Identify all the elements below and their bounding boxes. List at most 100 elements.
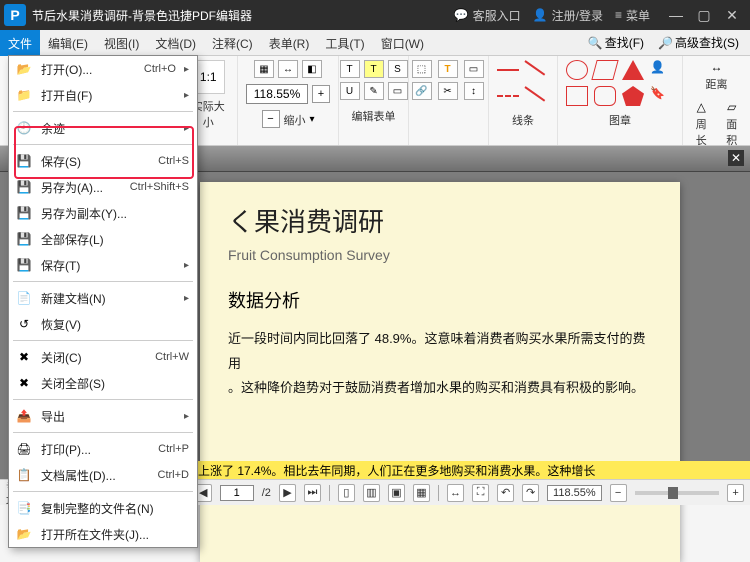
doc-heading-1: く果消费调研 bbox=[228, 202, 652, 239]
layout-facing-icon[interactable]: ▣ bbox=[388, 484, 405, 502]
zoom-dropdown-icon[interactable]: ▾ bbox=[310, 114, 315, 125]
perimeter-icon[interactable]: △ bbox=[691, 100, 711, 114]
menu-open-from[interactable]: 📁打开自(F)▸ bbox=[9, 82, 197, 108]
file-menu-dropdown: 📂打开(O)...Ctrl+O▸ 📁打开自(F)▸ 🕘余迹▸ 💾保存(S)Ctr… bbox=[8, 55, 198, 548]
rhombus-shape[interactable] bbox=[591, 60, 618, 80]
highlight-tool-icon[interactable]: T bbox=[364, 60, 384, 78]
copy-icon: 📑 bbox=[15, 499, 33, 517]
fit-page-button[interactable]: ⛶ bbox=[472, 484, 489, 502]
link-tool-icon[interactable]: 🔗 bbox=[412, 82, 432, 100]
pointer-tool-icon[interactable]: ↕ bbox=[464, 82, 484, 100]
close-icon: ✖ bbox=[15, 348, 33, 366]
rect-tool-icon[interactable]: ▭ bbox=[464, 60, 484, 78]
highlighted-text: 水果消费在同比上涨了 17.4%。相比去年同期，人们正在更多地购买和消费水果。这… bbox=[110, 461, 750, 479]
note-tool-icon[interactable]: ✎ bbox=[364, 82, 384, 100]
menu-form[interactable]: 表单(R) bbox=[261, 30, 318, 56]
text-tool-icon[interactable]: T bbox=[340, 60, 360, 78]
ribbon-shapes: 👤 🔖 图章 bbox=[558, 56, 683, 145]
menu-recent[interactable]: 🕘余迹▸ bbox=[9, 115, 197, 141]
page-number-input[interactable] bbox=[220, 485, 254, 501]
stamp-icon[interactable]: 👤 bbox=[650, 60, 674, 82]
menu-restore[interactable]: ↺恢复(V) bbox=[9, 311, 197, 337]
export-icon: 📤 bbox=[15, 407, 33, 425]
close-tab-button[interactable]: ✕ bbox=[728, 150, 744, 166]
arrow-shape[interactable] bbox=[525, 60, 547, 80]
pentagon-shape[interactable] bbox=[622, 86, 644, 106]
doc-heading-2: 数据分析 bbox=[228, 287, 652, 313]
cloud-shape[interactable] bbox=[594, 86, 616, 106]
layout-cont-icon[interactable]: ▥ bbox=[363, 484, 380, 502]
close-window-button[interactable]: ✕ bbox=[718, 0, 746, 30]
doc-paragraph-2: 。这种降价趋势对于鼓励消费者增加水果的购买和消费具有积极的影响。 bbox=[228, 376, 652, 401]
zoom-in-status[interactable]: + bbox=[727, 484, 744, 502]
save-all-icon: 💾 bbox=[15, 230, 33, 248]
menu-annotate[interactable]: 注释(C) bbox=[204, 30, 261, 56]
main-menu[interactable]: ≡ 菜单 bbox=[615, 7, 650, 24]
save-copy-icon: 💾 bbox=[15, 204, 33, 222]
text-yellow-icon[interactable]: T bbox=[438, 60, 458, 78]
polyline-shape[interactable] bbox=[525, 86, 547, 106]
circle-shape[interactable] bbox=[566, 60, 588, 80]
login-link[interactable]: 👤 注册/登录 bbox=[533, 7, 603, 24]
rotate-left-button[interactable]: ↶ bbox=[497, 484, 514, 502]
zoom-out-status[interactable]: − bbox=[610, 484, 627, 502]
properties-icon: 📋 bbox=[15, 466, 33, 484]
menu-close[interactable]: ✖关闭(C)Ctrl+W bbox=[9, 344, 197, 370]
zoom-in-button[interactable]: + bbox=[312, 85, 330, 103]
menu-view[interactable]: 视图(I) bbox=[96, 30, 147, 56]
menu-print[interactable]: 🖨打印(P)...Ctrl+P bbox=[9, 436, 197, 462]
layout-single-icon[interactable]: ▯ bbox=[338, 484, 355, 502]
underline-tool-icon[interactable]: U bbox=[340, 82, 360, 100]
folder-icon: 📁 bbox=[15, 86, 33, 104]
fit-visible-icon[interactable]: ◧ bbox=[302, 60, 322, 78]
zoom-value[interactable]: 118.55% bbox=[246, 84, 308, 104]
dashed-line-shape[interactable] bbox=[497, 95, 519, 97]
menu-window[interactable]: 窗口(W) bbox=[373, 30, 432, 56]
menu-open-location[interactable]: 📂打开所在文件夹(J)... bbox=[9, 521, 197, 547]
menu-new-doc[interactable]: 📄新建文档(N)▸ bbox=[9, 285, 197, 311]
nav-last-button[interactable]: ⏭ bbox=[304, 484, 321, 502]
doc-subtitle: Fruit Consumption Survey bbox=[228, 247, 652, 263]
page-total: /2 bbox=[262, 487, 271, 499]
support-link[interactable]: 💬 客服入口 bbox=[454, 7, 521, 24]
minimize-button[interactable]: — bbox=[662, 0, 690, 30]
textbox-tool-icon[interactable]: ▭ bbox=[388, 82, 408, 100]
strike-tool-icon[interactable]: S bbox=[388, 60, 408, 78]
menu-save-copy[interactable]: 💾另存为副本(Y)... bbox=[9, 200, 197, 226]
menu-save-as[interactable]: 💾另存为(A)...Ctrl+Shift+S bbox=[9, 174, 197, 200]
menu-tool[interactable]: 工具(T) bbox=[317, 30, 372, 56]
area-icon[interactable]: ▱ bbox=[722, 100, 742, 114]
crop-tool-icon[interactable]: ✂ bbox=[438, 82, 458, 100]
find-button[interactable]: 🔍查找(F) bbox=[583, 31, 649, 54]
fit-page-icon[interactable]: ▦ bbox=[254, 60, 274, 78]
fit-width-icon[interactable]: ↔ bbox=[278, 60, 298, 78]
doc-paragraph-1: 近一段时间内同比回落了 48.9%。这意味着消费者购买水果所需支付的费用 bbox=[228, 327, 652, 376]
menu-edit[interactable]: 编辑(E) bbox=[40, 30, 96, 56]
stamp-tool-icon[interactable]: 🔖 bbox=[650, 86, 674, 108]
polygon-shape[interactable] bbox=[622, 60, 644, 80]
zoom-out-button[interactable]: − bbox=[262, 110, 280, 128]
pdf-page[interactable]: く果消费调研 Fruit Consumption Survey 数据分析 近一段… bbox=[200, 182, 680, 562]
line-shape[interactable] bbox=[497, 69, 519, 71]
menu-properties[interactable]: 📋文档属性(D)...Ctrl+D bbox=[9, 462, 197, 488]
rect-shape[interactable] bbox=[566, 86, 588, 106]
maximize-button[interactable]: ▢ bbox=[690, 0, 718, 30]
menu-save[interactable]: 💾保存(S)Ctrl+S bbox=[9, 148, 197, 174]
advanced-find-button[interactable]: 🔎高级查找(S) bbox=[653, 31, 744, 54]
menu-save-all[interactable]: 💾全部保存(L) bbox=[9, 226, 197, 252]
rotate-right-button[interactable]: ↷ bbox=[522, 484, 539, 502]
menu-file[interactable]: 文件 bbox=[0, 30, 40, 56]
zoom-slider[interactable] bbox=[635, 491, 719, 495]
status-zoom[interactable]: 118.55% bbox=[547, 485, 602, 501]
menu-copy-path[interactable]: 📑复制完整的文件名(N) bbox=[9, 495, 197, 521]
fit-width-button[interactable]: ↔ bbox=[447, 484, 464, 502]
menu-doc[interactable]: 文档(D) bbox=[147, 30, 204, 56]
menu-open[interactable]: 📂打开(O)...Ctrl+O▸ bbox=[9, 56, 197, 82]
select-tool-icon[interactable]: ⬚ bbox=[412, 60, 432, 78]
menu-close-all[interactable]: ✖关闭全部(S) bbox=[9, 370, 197, 396]
menu-export[interactable]: 📤导出▸ bbox=[9, 403, 197, 429]
nav-next-button[interactable]: ▶ bbox=[279, 484, 296, 502]
layout-book-icon[interactable]: ▦ bbox=[413, 484, 430, 502]
distance-icon[interactable]: ↔ bbox=[706, 60, 728, 74]
menu-save-to[interactable]: 💾保存(T)▸ bbox=[9, 252, 197, 278]
